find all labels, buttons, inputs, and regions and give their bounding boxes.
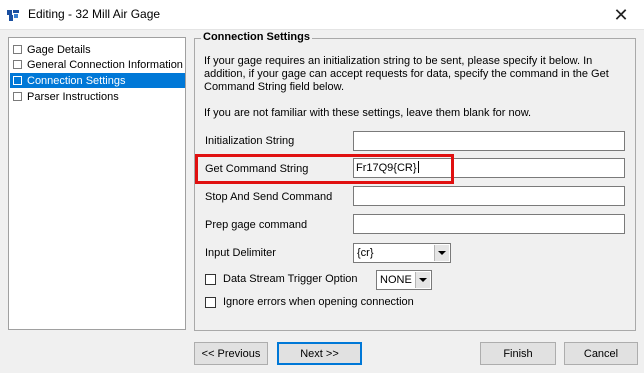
ignore-errors-label: Ignore errors when opening connection xyxy=(223,296,414,308)
stop-and-send-command-label: Stop And Send Command xyxy=(205,191,333,203)
hint-text: If you are not familiar with these setti… xyxy=(204,107,532,119)
cancel-button[interactable]: Cancel xyxy=(564,342,638,365)
nav-item-general-connection-information[interactable]: General Connection Information xyxy=(10,57,185,72)
close-window-button[interactable]: ✕ xyxy=(598,0,644,30)
close-icon: ✕ xyxy=(613,4,629,25)
data-stream-trigger-select[interactable]: NONE xyxy=(376,270,432,290)
description-text: If your gage requires an initialization … xyxy=(204,55,609,93)
ignore-errors-checkbox[interactable] xyxy=(205,296,216,308)
step-checkbox xyxy=(13,92,22,101)
data-stream-trigger-label: Data Stream Trigger Option xyxy=(223,273,358,285)
nav-item-label: Parser Instructions xyxy=(27,90,119,103)
step-checkbox xyxy=(13,76,22,85)
step-checkbox xyxy=(13,60,22,69)
group-title: Connection Settings xyxy=(201,31,312,43)
app-icon xyxy=(6,8,20,22)
initialization-string-label: Initialization String xyxy=(205,135,295,147)
step-checkbox xyxy=(13,45,22,54)
data-stream-trigger-option[interactable]: Data Stream Trigger Option xyxy=(205,273,358,285)
nav-item-label: Gage Details xyxy=(27,43,91,56)
input-delimiter-select[interactable]: {cr} xyxy=(353,243,451,263)
nav-item-label: General Connection Information xyxy=(27,58,183,71)
prep-gage-command-label: Prep gage command xyxy=(205,219,308,231)
get-command-string-input[interactable]: Fr17Q9{CR} xyxy=(353,158,625,178)
chevron-down-icon[interactable] xyxy=(415,272,430,288)
wizard-step-list: Gage Details General Connection Informat… xyxy=(8,37,186,330)
finish-button[interactable]: Finish xyxy=(480,342,556,365)
input-delimiter-value: {cr} xyxy=(357,247,374,259)
data-stream-trigger-value: NONE xyxy=(380,274,412,286)
get-command-string-value: Fr17Q9{CR} xyxy=(356,162,417,174)
nav-item-connection-settings[interactable]: Connection Settings xyxy=(10,73,185,88)
text-caret xyxy=(417,161,419,173)
nav-item-parser-instructions[interactable]: Parser Instructions xyxy=(10,89,185,104)
nav-item-gage-details[interactable]: Gage Details xyxy=(10,42,185,57)
data-stream-trigger-checkbox[interactable] xyxy=(205,273,216,285)
get-command-string-label: Get Command String xyxy=(205,163,309,175)
window-title: Editing - 32 Mill Air Gage xyxy=(28,7,161,21)
chevron-down-icon[interactable] xyxy=(434,245,449,261)
ignore-errors-option[interactable]: Ignore errors when opening connection xyxy=(205,296,414,308)
next-button[interactable]: Next >> xyxy=(277,342,362,365)
stop-and-send-command-input[interactable] xyxy=(353,186,625,206)
previous-button[interactable]: << Previous xyxy=(194,342,268,365)
nav-item-label: Connection Settings xyxy=(27,74,126,87)
input-delimiter-label: Input Delimiter xyxy=(205,247,276,259)
initialization-string-input[interactable] xyxy=(353,131,625,151)
prep-gage-command-input[interactable] xyxy=(353,214,625,234)
title-bar: Editing - 32 Mill Air Gage ✕ xyxy=(0,0,644,30)
